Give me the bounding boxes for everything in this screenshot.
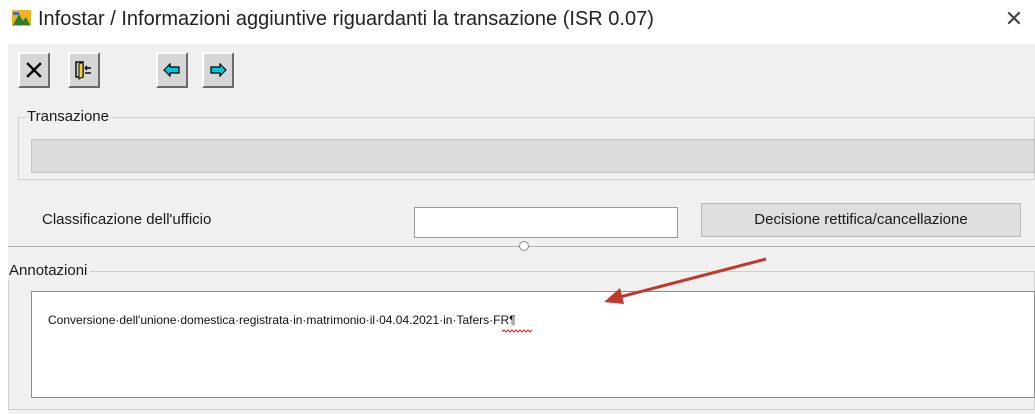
x-icon	[26, 62, 42, 78]
door-exit-icon	[75, 61, 91, 80]
classification-label: Classificazione dell'ufficio	[42, 211, 212, 228]
transaction-field	[31, 139, 1035, 173]
exit-door-button[interactable]	[68, 52, 100, 88]
previous-button[interactable]	[156, 52, 188, 88]
classification-input[interactable]	[414, 207, 678, 238]
notes-text: Conversione·dell'unione·domestica·regist…	[48, 313, 516, 327]
splitter-handle[interactable]	[519, 241, 529, 251]
notes-textarea[interactable]: Conversione·dell'unione·domestica·regist…	[31, 291, 1035, 398]
infostar-app-icon	[12, 10, 31, 26]
arrow-right-icon	[210, 63, 227, 77]
arrow-left-icon	[163, 63, 180, 77]
notes-legend: Annotazioni	[8, 262, 91, 280]
spellcheck-underline	[502, 329, 532, 333]
transaction-legend: Transazione	[26, 108, 112, 126]
title-bar: Infostar / Informazioni aggiuntive rigua…	[0, 0, 1035, 44]
window-close-icon[interactable]: ✕	[1004, 7, 1024, 31]
window-title: Infostar / Informazioni aggiuntive rigua…	[38, 8, 654, 30]
decision-correction-button[interactable]: Decisione rettifica/cancellazione	[701, 203, 1021, 237]
close-record-button[interactable]	[18, 52, 50, 88]
next-button[interactable]	[202, 52, 234, 88]
